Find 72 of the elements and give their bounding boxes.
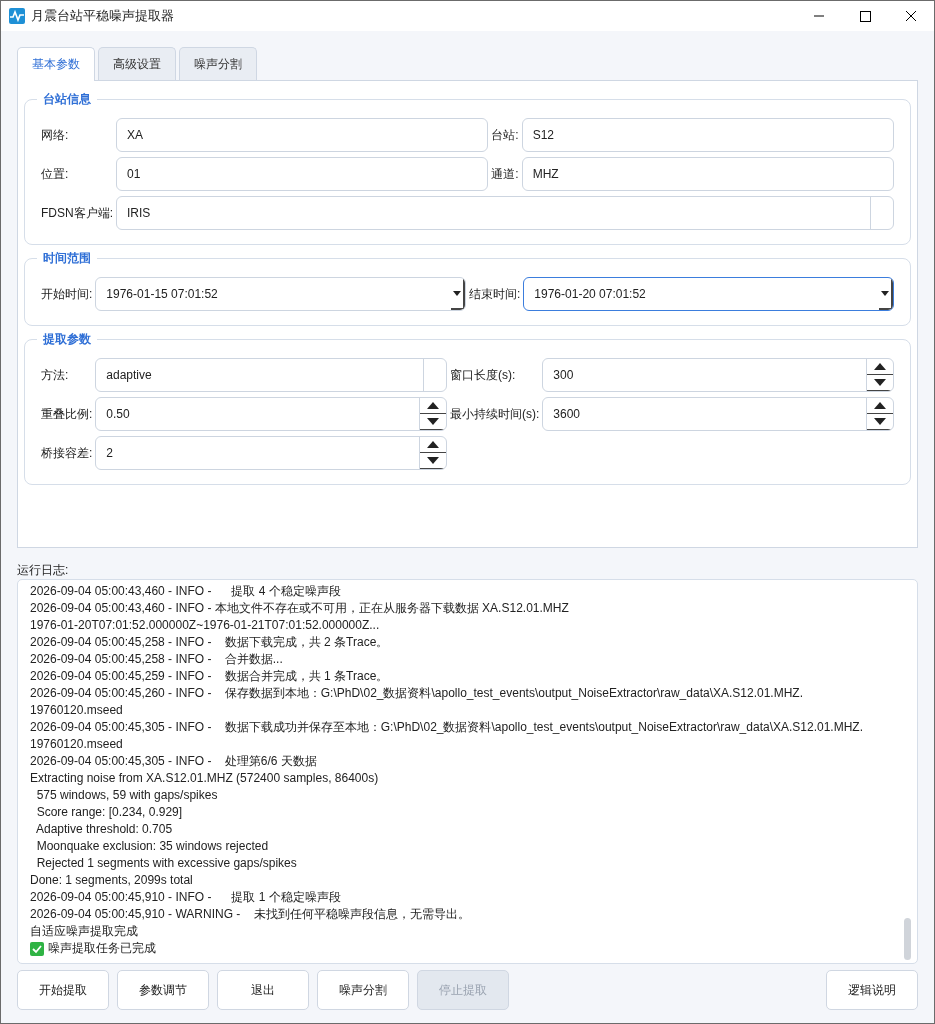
log-line: Adaptive threshold: 0.705 [35, 821, 173, 838]
check-icon [30, 941, 44, 956]
log-line: 2026-09-04 05:00:45,258 - INFO - 合并数据... [30, 651, 283, 668]
log-line: 19760120.mseed [30, 736, 123, 753]
log-line: 自适应噪声提取完成 [30, 923, 138, 940]
field-label: 台站: [491, 126, 519, 144]
dropdown-field[interactable]: adaptive [95, 358, 447, 392]
log-line: 噪声提取任务已完成 [48, 940, 156, 957]
datetime-field[interactable]: 1976-01-20 07:01:52 [523, 277, 894, 311]
field-label: 位置: [41, 165, 70, 183]
field-label: 最小持续时间(s): [450, 405, 540, 423]
action-button[interactable]: 参数调节 [117, 970, 209, 1010]
log-line: Score range: [0.234, 0.929] [35, 804, 183, 821]
log-line: 1976-01-20T07:01:52.000000Z~1976-01-21T07:01:52.000000Z... [30, 617, 380, 634]
spin-down-icon[interactable] [427, 418, 439, 425]
dropdown-field[interactable]: IRIS [116, 196, 894, 230]
field-label: 结束时间: [469, 285, 521, 303]
log-line: 2026-09-04 05:00:45,260 - INFO - 保存数据到本地：G:\PhD\02_数据资料\apollo_test_events\output_NoiseExtractor\raw_data\XA.S12.01.MHZ. [30, 685, 803, 702]
field-label: 重叠比例: [41, 405, 93, 423]
log-line: 575 windows, 59 with gaps/spikes [35, 787, 218, 804]
datetime-field[interactable]: 1976-01-15 07:01:52 [95, 277, 466, 311]
log-line: 2026-09-04 05:00:45,259 - INFO - 数据合并完成，共 1 条Trace。 [30, 668, 389, 685]
log-line: 2026-09-04 05:00:43,460 - INFO - 本地文件不存在或不可用，正在从服务器下载数据 XA.S12.01.MHZ [30, 600, 569, 617]
spin-field[interactable]: 3600 [542, 397, 894, 431]
field-label: 桥接容差: [41, 444, 93, 462]
group-title: 时间范围 [37, 250, 97, 267]
field-label: FDSN客户端: [41, 204, 113, 222]
dropdown-arrow-icon[interactable] [881, 291, 889, 296]
spin-field[interactable]: 300 [542, 358, 894, 392]
tab[interactable]: 噪声分割 [179, 47, 257, 80]
spin-down-icon[interactable] [427, 457, 439, 464]
dropdown-arrow-icon[interactable] [453, 291, 461, 296]
action-button[interactable]: 开始提取 [17, 970, 109, 1010]
scrollbar-thumb[interactable] [904, 918, 911, 960]
spin-down-icon[interactable] [874, 418, 886, 425]
log-line: 2026-09-04 05:00:45,305 - INFO - 处理第6/6 天数据 [30, 753, 317, 770]
log-line: 2026-09-04 05:00:45,910 - INFO - 提取 1 个稳定噪声段 [30, 889, 341, 906]
spin-up-icon[interactable] [427, 402, 439, 409]
spin-up-icon[interactable] [874, 402, 886, 409]
waveform-app-icon [9, 8, 25, 24]
log-line: Moonquake exclusion: 35 windows rejected [35, 838, 269, 855]
action-button[interactable]: 噪声分割 [317, 970, 409, 1010]
field-label: 开始时间: [41, 285, 93, 303]
window-title: 月震台站平稳噪声提取器 [31, 7, 174, 25]
text-field[interactable]: MHZ [521, 157, 894, 191]
log-line: Extracting noise from XA.S12.01.MHZ (572400 samples, 86400s) [30, 770, 379, 787]
log-line: 19760120.mseed [30, 702, 123, 719]
field-label: 窗口长度(s): [450, 366, 517, 384]
log-line: Rejected 1 segments with excessive gaps/spikes [35, 855, 297, 872]
log-line: 2026-09-04 05:00:43,460 - INFO - 提取 4 个稳定噪声段 [30, 583, 341, 600]
spin-field[interactable]: 2 [95, 436, 447, 470]
field-label: 网络: [41, 126, 70, 144]
field-label: 通道: [491, 165, 519, 183]
spin-up-icon[interactable] [427, 441, 439, 448]
group-title: 提取参数 [37, 331, 97, 348]
log-line: 2026-09-04 05:00:45,910 - WARNING - 未找到任何平稳噪声段信息，无需导出。 [30, 906, 470, 923]
log-line: 2026-09-04 05:00:45,305 - INFO - 数据下载成功并保存至本地：G:\PhD\02_数据资料\apollo_test_events\output_NoiseExtractor\raw_data\XA.S12.01.MHZ. [30, 719, 863, 736]
log-line: 2026-09-04 05:00:45,258 - INFO - 数据下载完成，共 2 条Trace。 [30, 634, 389, 651]
field-label: 方法: [41, 366, 70, 384]
text-field[interactable]: 01 [116, 157, 489, 191]
action-button[interactable]: 逻辑说明 [826, 970, 918, 1010]
spin-field[interactable]: 0.50 [95, 397, 447, 431]
spin-down-icon[interactable] [874, 379, 886, 386]
tab[interactable]: 高级设置 [98, 47, 176, 80]
action-button[interactable]: 退出 [217, 970, 309, 1010]
tab[interactable]: 基本参数 [17, 47, 95, 81]
log-line: Done: 1 segments, 2099s total [30, 872, 193, 889]
spin-up-icon[interactable] [874, 363, 886, 370]
text-field[interactable]: S12 [521, 118, 894, 152]
group-title: 台站信息 [37, 91, 97, 108]
log-label: 运行日志: [17, 562, 70, 579]
text-field[interactable]: XA [116, 118, 489, 152]
